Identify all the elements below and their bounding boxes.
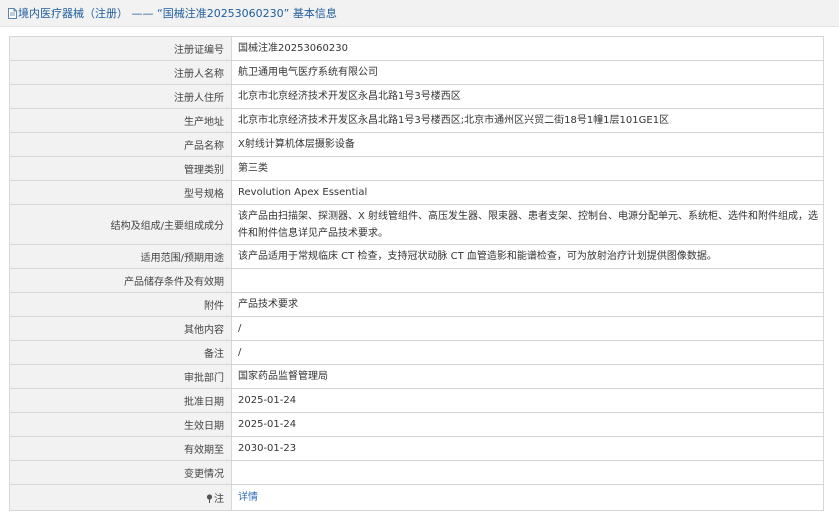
row-value-composition: 该产品由扫描架、探测器、X 射线管组件、高压发生器、限束器、患者支架、控制台、电… xyxy=(231,204,824,245)
row-label-product-name: 产品名称 xyxy=(9,132,232,157)
row-label-approval-dept: 审批部门 xyxy=(9,364,232,389)
table-row: 结构及组成/主要组成成分 该产品由扫描架、探测器、X 射线管组件、高压发生器、限… xyxy=(9,204,824,245)
page-title: 境内医疗器械（注册） —— “国械注准20253060230” 基本信息 xyxy=(18,7,337,20)
row-label-registrant-name: 注册人名称 xyxy=(9,60,232,85)
table-row: 型号规格 Revolution Apex Essential xyxy=(9,180,824,205)
table-row: 管理类别 第三类 xyxy=(9,156,824,181)
table-row: 其他内容 / xyxy=(9,316,824,341)
row-label-changes: 变更情况 xyxy=(9,460,232,485)
row-value-registrant-name: 航卫通用电气医疗系统有限公司 xyxy=(231,60,824,85)
row-value-approval-date: 2025-01-24 xyxy=(231,388,824,413)
row-label-other: 其他内容 xyxy=(9,316,232,341)
row-label-intended-use: 适用范围/预期用途 xyxy=(9,244,232,269)
row-label-storage: 产品储存条件及有效期 xyxy=(9,268,232,293)
row-label-remarks: 备注 xyxy=(9,340,232,365)
table-row: 变更情况 xyxy=(9,460,824,485)
row-label-production-address: 生产地址 xyxy=(9,108,232,133)
table-row: 备注 / xyxy=(9,340,824,365)
row-value-storage xyxy=(231,268,824,293)
row-value-product-name: X射线计算机体层摄影设备 xyxy=(231,132,824,157)
table-row: 注 详情 xyxy=(9,484,824,511)
note-label: 注 xyxy=(214,494,224,505)
table-row: 注册证编号 国械注准20253060230 xyxy=(9,36,824,61)
table-row: 产品名称 X射线计算机体层摄影设备 xyxy=(9,132,824,157)
row-value-other: / xyxy=(231,316,824,341)
row-value-changes xyxy=(231,460,824,485)
table-row: 产品储存条件及有效期 xyxy=(9,268,824,293)
row-value-effective-date: 2025-01-24 xyxy=(231,412,824,437)
row-label-effective-date: 生效日期 xyxy=(9,412,232,437)
row-label-management-class: 管理类别 xyxy=(9,156,232,181)
table-row: 批准日期 2025-01-24 xyxy=(9,388,824,413)
page-header: 境内医疗器械（注册） —— “国械注准20253060230” 基本信息 xyxy=(0,0,839,27)
row-value-intended-use: 该产品适用于常规临床 CT 检查，支持冠状动脉 CT 血管造影和能谱检查，可为放… xyxy=(231,244,824,269)
row-label-attachment: 附件 xyxy=(9,292,232,317)
row-value-note: 详情 xyxy=(231,484,824,511)
document-icon xyxy=(8,7,17,19)
table-row: 附件 产品技术要求 xyxy=(9,292,824,317)
row-value-attachment: 产品技术要求 xyxy=(231,292,824,317)
row-label-registration-no: 注册证编号 xyxy=(9,36,232,61)
row-value-approval-dept: 国家药品监督管理局 xyxy=(231,364,824,389)
row-label-valid-until: 有效期至 xyxy=(9,436,232,461)
device-info-table: 注册证编号 国械注准20253060230 注册人名称 航卫通用电气医疗系统有限… xyxy=(9,36,824,511)
table-row: 注册人住所 北京市北京经济技术开发区永昌北路1号3号楼西区 xyxy=(9,84,824,109)
row-label-registrant-address: 注册人住所 xyxy=(9,84,232,109)
row-value-registration-no: 国械注准20253060230 xyxy=(231,36,824,61)
pin-icon xyxy=(206,494,213,503)
table-row: 有效期至 2030-01-23 xyxy=(9,436,824,461)
row-value-production-address: 北京市北京经济技术开发区永昌北路1号3号楼西区;北京市通州区兴贸二街18号1幢1… xyxy=(231,108,824,133)
details-link[interactable]: 详情 xyxy=(238,492,258,503)
row-label-model: 型号规格 xyxy=(9,180,232,205)
table-row: 生效日期 2025-01-24 xyxy=(9,412,824,437)
row-value-valid-until: 2030-01-23 xyxy=(231,436,824,461)
row-value-remarks: / xyxy=(231,340,824,365)
table-row: 审批部门 国家药品监督管理局 xyxy=(9,364,824,389)
row-value-management-class: 第三类 xyxy=(231,156,824,181)
row-value-model: Revolution Apex Essential xyxy=(231,180,824,205)
table-row: 注册人名称 航卫通用电气医疗系统有限公司 xyxy=(9,60,824,85)
row-label-composition: 结构及组成/主要组成成分 xyxy=(9,204,232,245)
row-label-approval-date: 批准日期 xyxy=(9,388,232,413)
row-label-note: 注 xyxy=(9,484,232,511)
table-row: 生产地址 北京市北京经济技术开发区永昌北路1号3号楼西区;北京市通州区兴贸二街1… xyxy=(9,108,824,133)
table-row: 适用范围/预期用途 该产品适用于常规临床 CT 检查，支持冠状动脉 CT 血管造… xyxy=(9,244,824,269)
row-value-registrant-address: 北京市北京经济技术开发区永昌北路1号3号楼西区 xyxy=(231,84,824,109)
